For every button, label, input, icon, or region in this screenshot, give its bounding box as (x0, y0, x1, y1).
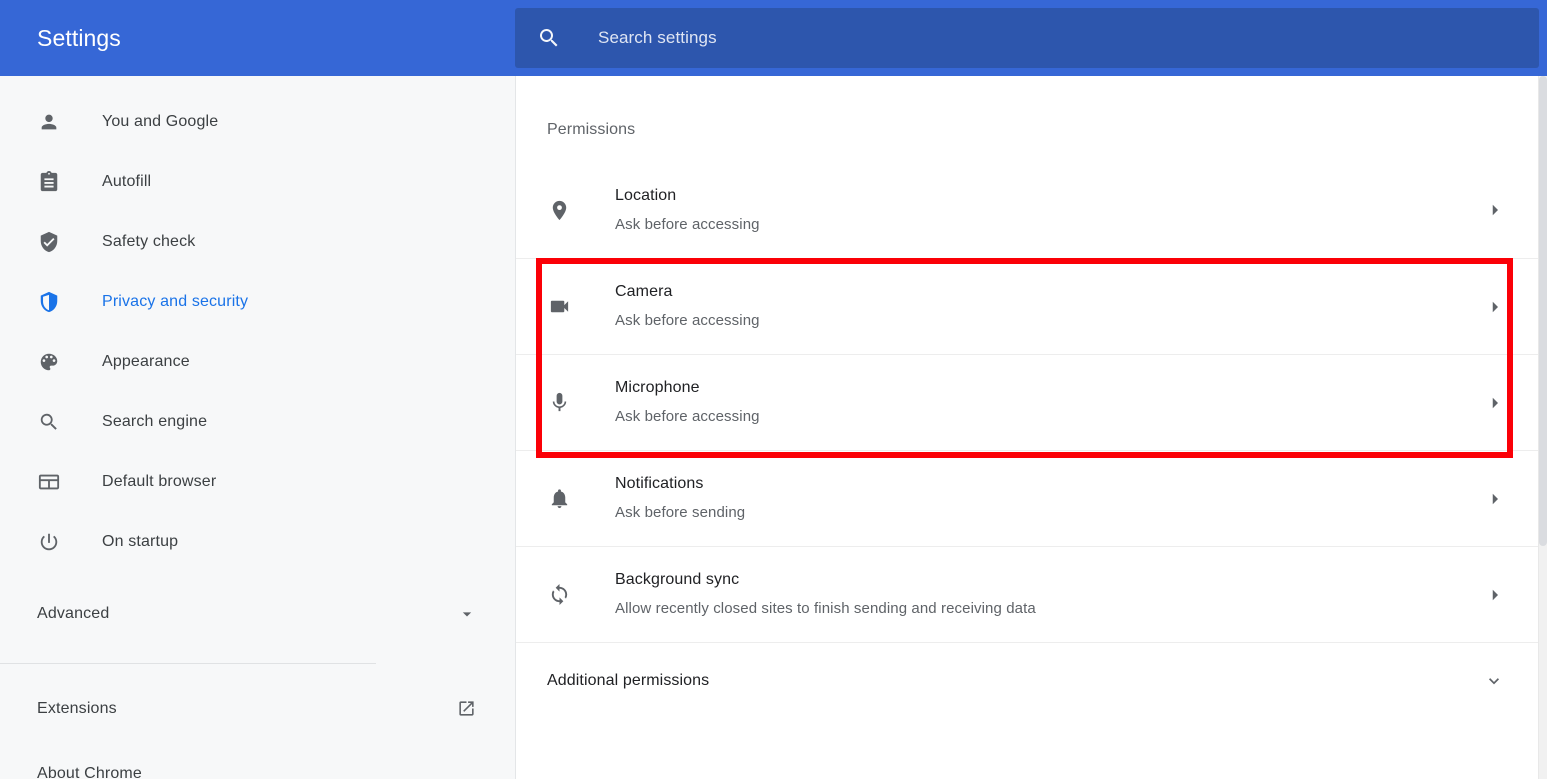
permission-status: Ask before accessing (615, 214, 760, 236)
permission-row-camera[interactable]: Camera Ask before accessing (516, 258, 1538, 354)
vertical-scrollbar-thumb[interactable] (1539, 76, 1547, 546)
magnifier-icon (37, 410, 61, 434)
sidebar-item-autofill[interactable]: Autofill (0, 162, 515, 202)
permission-text-group: Location Ask before accessing (615, 185, 760, 236)
sidebar-divider (0, 663, 376, 664)
vertical-scrollbar-track[interactable] (1538, 76, 1547, 779)
sidebar-item-label: About Chrome (37, 765, 142, 779)
chevron-right-icon[interactable] (1486, 490, 1504, 508)
browser-window-icon (37, 470, 61, 494)
external-link-icon[interactable] (457, 699, 477, 719)
sidebar-item-about-chrome[interactable]: About Chrome (0, 754, 515, 779)
permission-row-microphone[interactable]: Microphone Ask before accessing (516, 354, 1538, 450)
microphone-icon (547, 391, 571, 415)
sidebar-advanced-toggle[interactable]: Advanced (0, 594, 515, 634)
sidebar-item-label: Search engine (102, 413, 207, 431)
permission-row-notifications[interactable]: Notifications Ask before sending (516, 450, 1538, 546)
permission-status: Ask before accessing (615, 406, 760, 428)
chevron-down-icon[interactable] (1484, 671, 1504, 691)
permission-status: Ask before accessing (615, 310, 760, 332)
search-icon (537, 26, 561, 50)
additional-permissions-label: Additional permissions (547, 672, 709, 690)
page-title: Settings (0, 0, 515, 76)
shield-icon (37, 290, 61, 314)
sidebar-item-label: Privacy and security (102, 293, 248, 311)
permission-row-location[interactable]: Location Ask before accessing (516, 162, 1538, 258)
permission-text-group: Microphone Ask before accessing (615, 377, 760, 428)
chevron-right-icon[interactable] (1486, 201, 1504, 219)
permission-name: Camera (615, 281, 760, 303)
top-header-bar: Settings Search settings (0, 0, 1547, 76)
search-input-placeholder[interactable]: Search settings (598, 28, 717, 48)
permission-text-group: Camera Ask before accessing (615, 281, 760, 332)
sidebar-item-on-startup[interactable]: On startup (0, 522, 515, 562)
sidebar-item-search-engine[interactable]: Search engine (0, 402, 515, 442)
sidebar-item-safety-check[interactable]: Safety check (0, 222, 515, 262)
permission-name: Notifications (615, 473, 745, 495)
permissions-list: Location Ask before accessing Camera Ask… (516, 162, 1538, 642)
permission-name: Microphone (615, 377, 760, 399)
settings-window: Settings Search settings You and Google … (0, 0, 1547, 779)
permissions-section-title: Permissions (516, 76, 1538, 139)
bell-icon (547, 487, 571, 511)
location-pin-icon (547, 198, 571, 222)
sidebar-item-label: Safety check (102, 233, 195, 251)
sidebar-item-label: Extensions (37, 700, 117, 718)
permission-name: Location (615, 185, 760, 207)
shield-check-icon (37, 230, 61, 254)
palette-icon (37, 350, 61, 374)
permission-status: Ask before sending (615, 502, 745, 524)
video-camera-icon (547, 295, 571, 319)
permission-name: Background sync (615, 569, 1036, 591)
sidebar-item-label: Autofill (102, 173, 151, 191)
privacy-and-security-content: Permissions Location Ask before accessin… (516, 76, 1538, 779)
permission-status: Allow recently closed sites to finish se… (615, 598, 1036, 620)
person-icon (37, 110, 61, 134)
sidebar-item-extensions[interactable]: Extensions (0, 689, 515, 729)
power-icon (37, 530, 61, 554)
sidebar-item-default-browser[interactable]: Default browser (0, 462, 515, 502)
chevron-right-icon[interactable] (1486, 298, 1504, 316)
sidebar-item-appearance[interactable]: Appearance (0, 342, 515, 382)
sidebar-item-label: Default browser (102, 473, 216, 491)
sidebar-item-label: On startup (102, 533, 178, 551)
chevron-right-icon[interactable] (1486, 586, 1504, 604)
additional-permissions-row[interactable]: Additional permissions (516, 642, 1538, 718)
permission-text-group: Notifications Ask before sending (615, 473, 745, 524)
caret-down-icon[interactable] (457, 604, 477, 624)
sidebar-item-label: Appearance (102, 353, 190, 371)
search-settings-box[interactable]: Search settings (515, 8, 1539, 68)
permission-row-background-sync[interactable]: Background sync Allow recently closed si… (516, 546, 1538, 642)
sync-icon (547, 583, 571, 607)
chevron-right-icon[interactable] (1486, 394, 1504, 412)
settings-sidebar: You and Google Autofill Safety check Pri… (0, 76, 516, 779)
sidebar-item-privacy-and-security[interactable]: Privacy and security (0, 282, 515, 322)
sidebar-advanced-label: Advanced (37, 605, 109, 623)
sidebar-item-you-and-google[interactable]: You and Google (0, 102, 515, 142)
sidebar-item-label: You and Google (102, 113, 218, 131)
clipboard-icon (37, 170, 61, 194)
permission-text-group: Background sync Allow recently closed si… (615, 569, 1036, 620)
